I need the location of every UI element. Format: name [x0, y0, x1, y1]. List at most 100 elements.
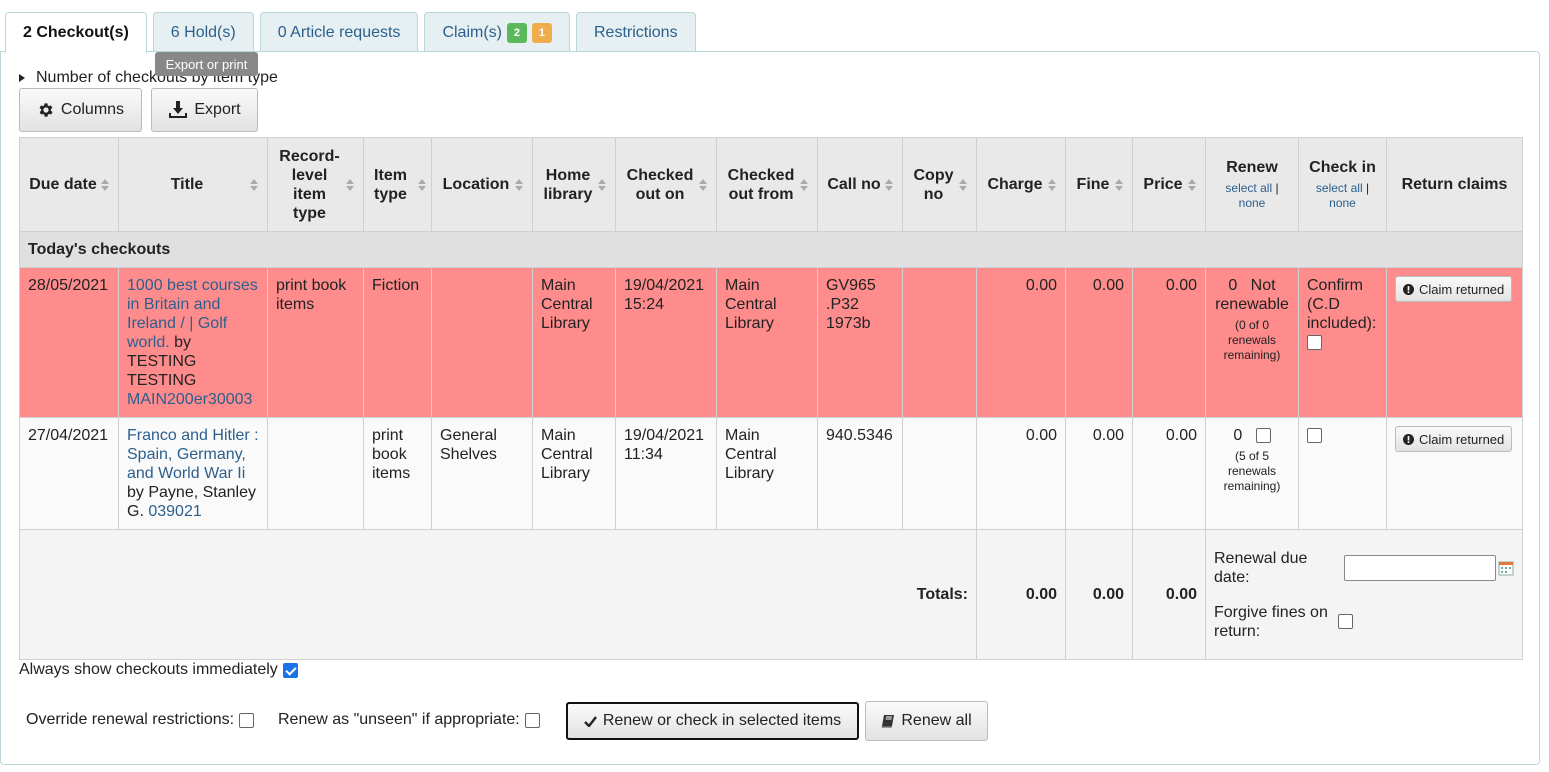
export-label: Export — [194, 101, 241, 118]
always-show-checkbox[interactable] — [282, 662, 298, 678]
sort-icon — [598, 178, 606, 191]
item-type-cell: print book items — [363, 417, 432, 530]
charge-cell: 0.00 — [976, 417, 1066, 530]
title-link[interactable]: Franco and Hitler : Spain, Germany, and … — [127, 427, 259, 482]
renew-select-all-link[interactable]: select all — [1225, 181, 1272, 195]
col-due-date[interactable]: Due date — [19, 137, 119, 232]
col-copy-no[interactable]: Copy no — [902, 137, 977, 232]
record-level-item-type-cell — [267, 417, 364, 530]
renew-checkbox[interactable] — [1255, 428, 1271, 444]
total-price: 0.00 — [1132, 529, 1206, 660]
col-title[interactable]: Title — [118, 137, 268, 232]
col-location-label: Location — [442, 176, 510, 193]
tab-holds[interactable]: 6 Hold(s) — [152, 12, 254, 52]
sort-icon — [346, 178, 354, 191]
exclamation-circle-icon — [1403, 283, 1414, 295]
col-home-library-label: Home library — [543, 166, 593, 203]
sort-icon — [101, 178, 109, 191]
table-row: 27/04/2021 Franco and Hitler : Spain, Ge… — [19, 417, 1523, 530]
sort-icon — [885, 178, 893, 191]
checkin-checkbox[interactable] — [1307, 335, 1322, 351]
due-date-cell: 27/04/2021 — [19, 417, 119, 530]
barcode-link[interactable]: 039021 — [148, 503, 201, 520]
record-level-item-type-cell: print book items — [267, 267, 364, 418]
col-price-label: Price — [1143, 176, 1183, 193]
download-icon — [169, 101, 188, 118]
columns-label: Columns — [60, 101, 125, 118]
caret-right-icon — [19, 74, 25, 82]
override-checkbox[interactable] — [239, 712, 255, 728]
col-item-type[interactable]: Item type — [363, 137, 432, 232]
renew-cell: 0 Not renewable (0 of 0 renewals remaini… — [1205, 267, 1299, 418]
tab-article-requests[interactable]: 0 Article requests — [259, 12, 419, 52]
renew-count: 0 — [1228, 277, 1238, 294]
checkin-select-none-link[interactable]: none — [1329, 196, 1356, 210]
col-fine[interactable]: Fine — [1065, 137, 1133, 232]
claims-resolved-badge: 2 — [506, 22, 527, 43]
col-copy-no-label: Copy no — [913, 166, 954, 203]
renew-unseen-checkbox[interactable] — [524, 712, 540, 728]
col-record-level-item-type-label: Record-level item type — [279, 147, 340, 222]
col-record-level-item-type[interactable]: Record-level item type — [267, 137, 364, 232]
sort-icon — [1188, 178, 1196, 191]
call-no-cell: GV965 .P32 1973b — [817, 267, 903, 418]
col-renew-label: Renew — [1226, 159, 1278, 176]
home-library-cell: Main Central Library — [532, 267, 616, 418]
tab-bar: 2 Checkout(s) 6 Hold(s) 0 Article reques… — [5, 12, 702, 53]
col-item-type-label: Item type — [374, 166, 407, 203]
col-charge-label: Charge — [987, 176, 1043, 193]
renewals-remaining: (0 of 0 renewals remaining) — [1223, 318, 1281, 362]
sort-icon — [515, 178, 523, 191]
renew-status: Not renewable — [1215, 277, 1289, 313]
item-type-cell: Fiction — [363, 267, 432, 418]
col-home-library[interactable]: Home library — [532, 137, 616, 232]
check-icon — [583, 715, 597, 727]
tab-checkouts-label: 2 Checkout(s) — [23, 24, 129, 41]
renew-all-label: Renew all — [901, 712, 972, 729]
checkin-select-all-link[interactable]: select all — [1316, 181, 1363, 195]
col-return-claims-label: Return claims — [1401, 176, 1508, 193]
forgive-fines-checkbox[interactable] — [1338, 614, 1353, 629]
totals-row: Totals: 0.00 0.00 0.00 Renewal due date:… — [19, 529, 1523, 660]
gear-icon — [39, 103, 53, 117]
export-button[interactable]: Export — [151, 88, 258, 132]
title-link[interactable]: 1000 best courses in Britain and Ireland… — [127, 277, 258, 351]
group-label: Today's checkouts — [19, 231, 1523, 268]
title-cell: 1000 best courses in Britain and Ireland… — [118, 267, 268, 418]
tab-checkouts[interactable]: 2 Checkout(s) — [5, 12, 147, 53]
claim-returned-button[interactable]: Claim returned — [1395, 426, 1513, 452]
col-checked-out-from[interactable]: Checked out from — [716, 137, 818, 232]
renew-or-checkin-button[interactable]: Renew or check in selected items — [566, 702, 859, 740]
sort-icon — [959, 178, 967, 191]
barcode-link[interactable]: MAIN200er30003 — [127, 391, 252, 408]
tab-article-requests-label: 0 Article requests — [277, 23, 401, 41]
calendar-icon[interactable] — [1498, 560, 1514, 576]
tab-claims-label: Claim(s) — [442, 23, 502, 41]
col-due-date-label: Due date — [29, 176, 97, 193]
claim-returned-button[interactable]: Claim returned — [1395, 276, 1513, 302]
col-charge[interactable]: Charge — [976, 137, 1066, 232]
separator: | — [1365, 181, 1370, 195]
call-no-cell: 940.5346 — [817, 417, 903, 530]
always-show-row: Always show checkouts immediately — [19, 661, 298, 679]
renew-cell: 0 (5 of 5 renewals remaining) — [1205, 417, 1299, 530]
renew-all-button[interactable]: Renew all — [865, 701, 988, 741]
col-call-no[interactable]: Call no — [817, 137, 903, 232]
col-location[interactable]: Location — [431, 137, 533, 232]
sort-icon — [800, 178, 808, 191]
columns-button[interactable]: Columns — [19, 88, 142, 132]
tab-restrictions[interactable]: Restrictions — [575, 12, 696, 52]
checkin-confirm-text: Confirm (C.D included): — [1307, 277, 1377, 332]
renewal-due-date-input[interactable] — [1344, 554, 1496, 581]
col-checked-out-on[interactable]: Checked out on — [615, 137, 717, 232]
checkin-checkbox[interactable] — [1307, 428, 1322, 444]
copy-no-cell — [902, 417, 977, 530]
sort-icon — [1115, 178, 1123, 191]
col-check-in: Check in select all | none — [1298, 137, 1387, 232]
fine-cell: 0.00 — [1065, 417, 1133, 530]
tab-claims[interactable]: Claim(s) 2 1 — [424, 12, 570, 52]
col-price[interactable]: Price — [1132, 137, 1206, 232]
claim-returned-label: Claim returned — [1419, 431, 1505, 447]
exclamation-circle-icon — [1403, 433, 1414, 445]
renew-select-none-link[interactable]: none — [1239, 196, 1266, 210]
